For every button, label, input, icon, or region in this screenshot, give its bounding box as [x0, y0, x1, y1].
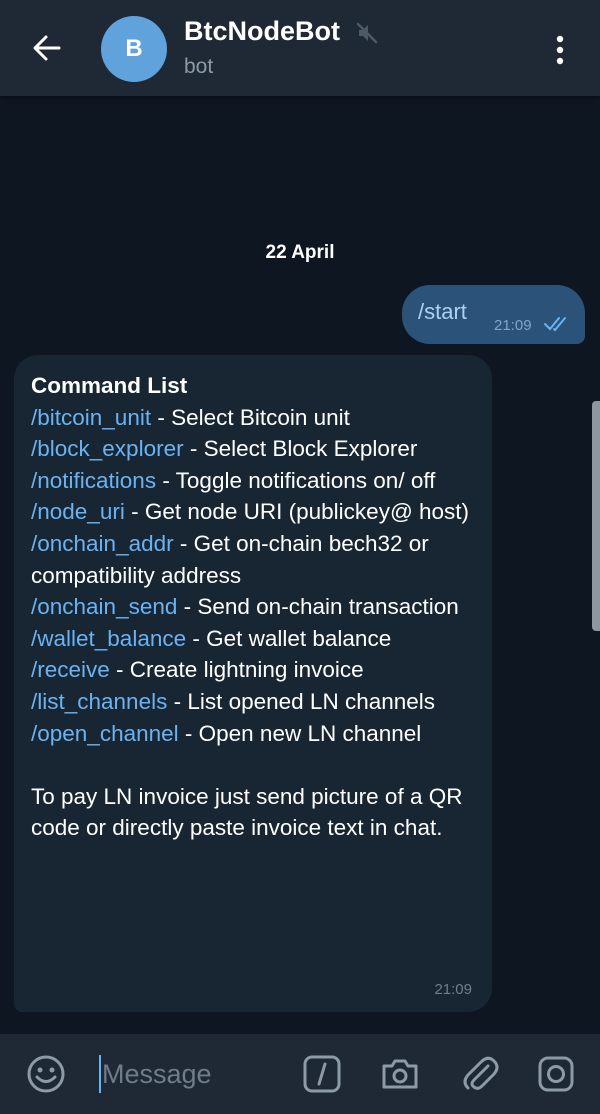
text-cursor: [99, 1055, 101, 1093]
command-description: - Get wallet balance: [186, 625, 392, 651]
more-options-button[interactable]: [544, 30, 576, 70]
command-line: /onchain_addr - Get on-chain bech32 or c…: [31, 528, 481, 591]
command-description: - Select Block Explorer: [183, 436, 418, 462]
command-line: /receive - Create lightning invoice: [31, 654, 481, 686]
date-separator: 22 April: [265, 242, 335, 263]
record-button[interactable]: [536, 1054, 576, 1094]
command-description: - Send on-chain transaction: [177, 594, 459, 620]
command-line: /list_channels - List opened LN channels: [31, 686, 481, 718]
command-line: /bitcoin_unit - Select Bitcoin unit: [31, 402, 481, 434]
command-link[interactable]: /node_uri: [31, 499, 125, 524]
command-line: /wallet_balance - Get wallet balance: [31, 623, 481, 655]
outgoing-message-text: /start: [418, 299, 467, 324]
command-link[interactable]: /open_channel: [31, 721, 179, 746]
incoming-message[interactable]: Command List /bitcoin_unit - Select Bitc…: [14, 355, 492, 1012]
payment-instructions: To pay LN invoice just send picture of a…: [31, 783, 463, 841]
command-link[interactable]: /block_explorer: [31, 436, 184, 461]
message-input[interactable]: [102, 1052, 282, 1096]
message-composer: [0, 1034, 600, 1114]
command-description: - Select Bitcoin unit: [151, 404, 350, 430]
bot-commands-button[interactable]: [302, 1054, 342, 1094]
smiley-icon: [27, 1055, 65, 1093]
command-line: /notifications - Toggle notifications on…: [31, 465, 481, 497]
chat-subtitle: bot: [184, 55, 214, 78]
command-link[interactable]: /list_channels: [31, 689, 167, 714]
slash-command-icon: [303, 1055, 341, 1093]
attach-button[interactable]: [460, 1054, 500, 1094]
double-check-icon: [544, 317, 566, 332]
outgoing-message-time: 21:09: [494, 317, 532, 334]
paperclip-icon: [463, 1056, 499, 1090]
command-line: /node_uri - Get node URI (publickey@ hos…: [31, 496, 481, 528]
command-line: /block_explorer - Select Block Explorer: [31, 433, 481, 465]
more-vertical-icon: [556, 35, 564, 65]
chat-header: B BtcNodeBot bot: [0, 0, 600, 96]
command-link[interactable]: /bitcoin_unit: [31, 405, 151, 430]
chat-title[interactable]: BtcNodeBot: [184, 16, 340, 47]
command-link[interactable]: /wallet_balance: [31, 626, 186, 651]
outgoing-message[interactable]: /start 21:09: [402, 285, 585, 344]
avatar-letter: B: [125, 35, 143, 62]
command-line: /onchain_send - Send on-chain transactio…: [31, 591, 481, 623]
command-description: - Open new LN channel: [178, 720, 422, 746]
command-line: /open_channel - Open new LN channel: [31, 718, 481, 750]
command-link[interactable]: /notifications: [31, 468, 156, 493]
message-list[interactable]: 22 April /start 21:09 Command List /bitc…: [0, 96, 600, 1034]
command-link[interactable]: /receive: [31, 657, 110, 682]
command-link[interactable]: /onchain_send: [31, 594, 177, 619]
command-description: - Toggle notifications on/ off: [156, 467, 436, 493]
command-description: - List opened LN channels: [167, 688, 436, 714]
video-message-icon: [538, 1056, 574, 1092]
incoming-message-time: 21:09: [434, 981, 472, 998]
camera-icon: [382, 1059, 418, 1089]
back-button[interactable]: [22, 28, 74, 68]
muted-speaker-icon: [356, 22, 378, 44]
command-link[interactable]: /onchain_addr: [31, 531, 174, 556]
camera-button[interactable]: [380, 1054, 420, 1094]
emoji-button[interactable]: [26, 1054, 66, 1094]
incoming-message-content: Command List /bitcoin_unit - Select Bitc…: [31, 370, 481, 844]
command-description: - Get node URI (publickey@ host): [124, 499, 470, 525]
command-list-heading: Command List: [31, 373, 188, 398]
command-description: - Create lightning invoice: [109, 657, 364, 683]
scrollbar[interactable]: [592, 401, 600, 631]
avatar[interactable]: B: [101, 16, 167, 82]
arrow-left-icon: [33, 35, 61, 61]
